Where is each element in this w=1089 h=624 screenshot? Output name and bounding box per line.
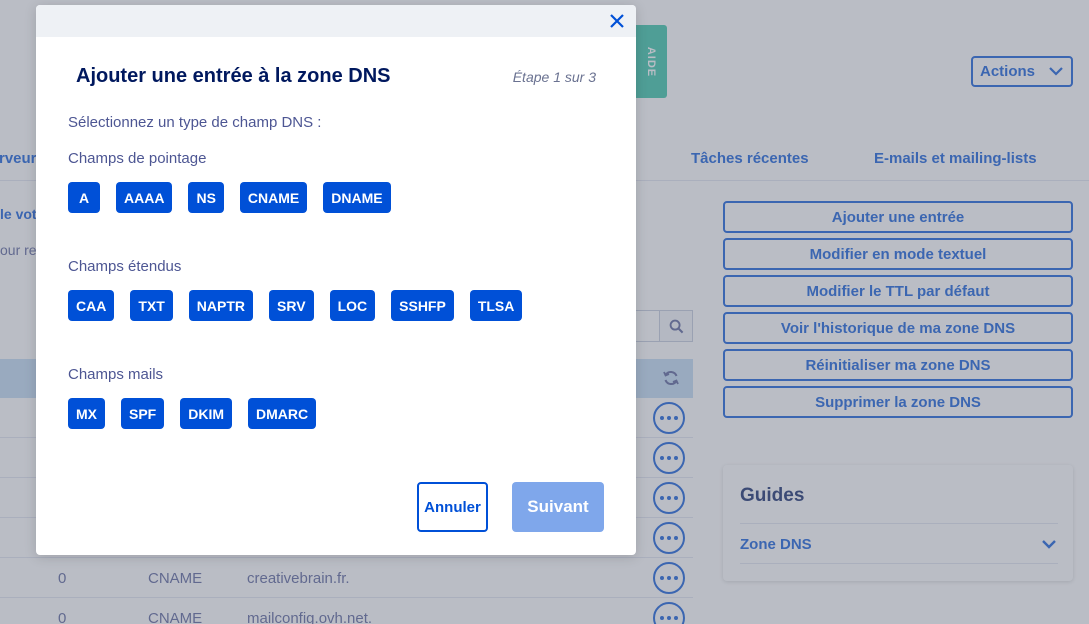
cancel-button[interactable]: Annuler: [417, 482, 488, 532]
type-button-cname[interactable]: CNAME: [239, 182, 308, 213]
type-button-naptr[interactable]: NAPTR: [188, 290, 254, 321]
type-button-tlsa[interactable]: TLSA: [469, 290, 523, 321]
type-button-mx[interactable]: MX: [68, 398, 105, 429]
type-group-etendus: CAA TXT NAPTR SRV LOC SSHFP TLSA: [68, 290, 523, 321]
next-button[interactable]: Suivant: [512, 482, 604, 532]
type-button-sshfp[interactable]: SSHFP: [391, 290, 454, 321]
type-button-txt[interactable]: TXT: [130, 290, 173, 321]
step-indicator: Étape 1 sur 3: [512, 69, 596, 85]
modal-title: Ajouter une entrée à la zone DNS: [76, 65, 391, 87]
close-icon[interactable]: [609, 13, 625, 29]
type-button-ns[interactable]: NS: [188, 182, 224, 213]
add-dns-entry-modal: Ajouter une entrée à la zone DNS Étape 1…: [36, 5, 636, 555]
type-button-dmarc[interactable]: DMARC: [248, 398, 317, 429]
type-button-dname[interactable]: DNAME: [323, 182, 391, 213]
type-button-aaaa[interactable]: AAAA: [116, 182, 173, 213]
type-button-a[interactable]: A: [68, 182, 100, 213]
type-button-caa[interactable]: CAA: [68, 290, 115, 321]
type-button-dkim[interactable]: DKIM: [180, 398, 233, 429]
type-button-srv[interactable]: SRV: [269, 290, 314, 321]
group-label-etendus: Champs étendus: [68, 258, 182, 275]
type-button-spf[interactable]: SPF: [121, 398, 165, 429]
group-label-mails: Champs mails: [68, 366, 164, 383]
type-group-mails: MX SPF DKIM DMARC: [68, 398, 317, 429]
group-label-pointage: Champs de pointage: [68, 150, 207, 167]
modal-intro: Sélectionnez un type de champ DNS :: [68, 114, 322, 131]
type-group-pointage: A AAAA NS CNAME DNAME: [68, 182, 391, 213]
modal-header-bar: [36, 5, 636, 37]
type-button-loc[interactable]: LOC: [329, 290, 376, 321]
